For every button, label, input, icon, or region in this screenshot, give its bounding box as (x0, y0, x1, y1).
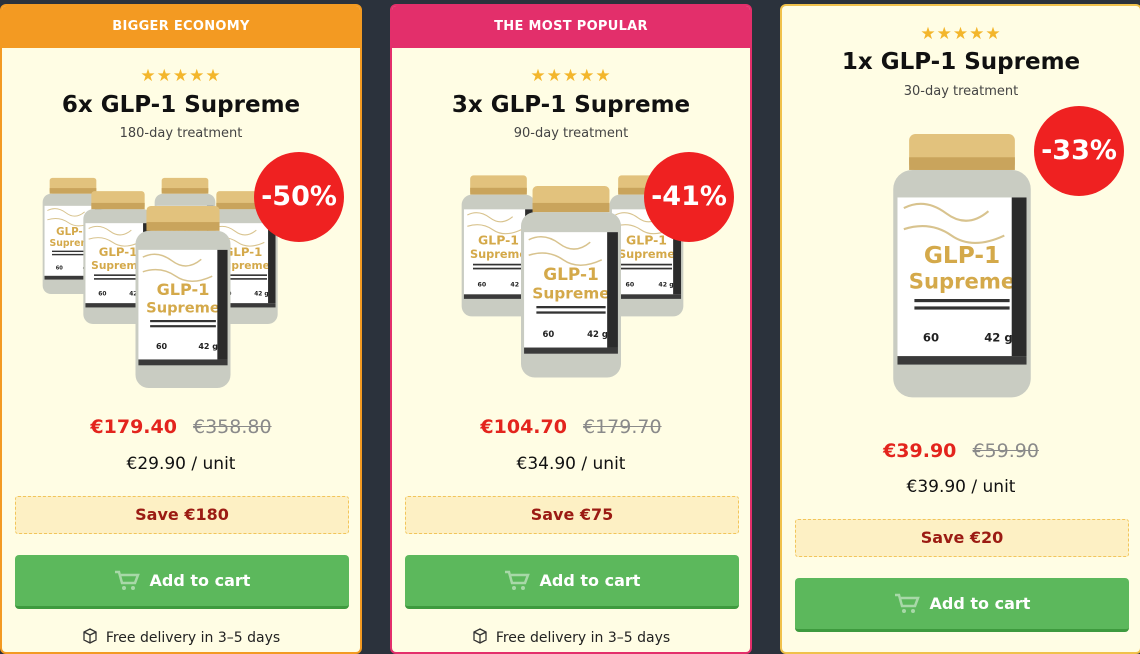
product-image (892, 134, 1032, 399)
discount-badge: -33% (1034, 106, 1124, 196)
delivery-info: Free delivery in 3–5 days (2, 628, 360, 648)
delivery-info: Free delivery in 3–5 days (392, 628, 750, 648)
rating-stars-icon: ★★★★★ (920, 24, 1002, 44)
savings-badge: Save €75 (405, 496, 739, 534)
offer-card-1x: ★★★★★ 1x GLP-1 Supreme 30-day treatment … (780, 4, 1140, 654)
price-old: €358.80 (193, 416, 272, 438)
add-to-cart-button[interactable]: Add to cart (795, 578, 1129, 632)
shopping-cart-icon (114, 570, 140, 592)
add-to-cart-button[interactable]: Add to cart (15, 555, 349, 609)
offer-ribbon: THE MOST POPULAR (392, 6, 750, 48)
add-to-cart-button[interactable]: Add to cart (405, 555, 739, 609)
offer-ribbon: BIGGER ECONOMY (2, 6, 360, 48)
rating-stars-icon: ★★★★★ (140, 66, 222, 86)
rating-stars-icon: ★★★★★ (530, 66, 612, 86)
price-block: €179.40 €358.80 (2, 416, 360, 438)
box-icon (82, 628, 98, 648)
add-to-cart-label: Add to cart (539, 571, 641, 590)
price-old: €59.90 (972, 440, 1039, 462)
unit-price: €39.90 / unit (906, 477, 1016, 497)
offer-title: 3x GLP-1 Supreme (451, 92, 691, 118)
price-old: €179.70 (583, 416, 662, 438)
offer-title: 6x GLP-1 Supreme (61, 92, 301, 118)
offer-subtitle: 90-day treatment (513, 126, 629, 141)
price-new: €39.90 (883, 440, 957, 462)
discount-badge: -50% (254, 152, 344, 242)
offer-subtitle: 180-day treatment (119, 126, 243, 141)
add-to-cart-label: Add to cart (929, 594, 1031, 613)
price-new: €179.40 (90, 416, 177, 438)
price-new: €104.70 (480, 416, 567, 438)
offer-title: 1x GLP-1 Supreme (841, 49, 1081, 75)
discount-badge: -41% (644, 152, 734, 242)
unit-price: €29.90 / unit (126, 454, 236, 474)
savings-badge: Save €20 (795, 519, 1129, 557)
savings-badge: Save €180 (15, 496, 349, 534)
offer-card-6x: BIGGER ECONOMY ★★★★★ 6x GLP-1 Supreme 18… (0, 4, 362, 654)
box-icon (472, 628, 488, 648)
offer-card-3x: THE MOST POPULAR ★★★★★ 3x GLP-1 Supreme … (390, 4, 752, 654)
delivery-text: Free delivery in 3–5 days (105, 630, 281, 646)
unit-price: €34.90 / unit (516, 454, 626, 474)
price-block: €104.70 €179.70 (392, 416, 750, 438)
offer-subtitle: 30-day treatment (903, 84, 1019, 99)
delivery-text: Free delivery in 3–5 days (495, 630, 671, 646)
shopping-cart-icon (894, 593, 920, 615)
price-block: €39.90 €59.90 (782, 440, 1140, 462)
add-to-cart-label: Add to cart (149, 571, 251, 590)
shopping-cart-icon (504, 570, 530, 592)
